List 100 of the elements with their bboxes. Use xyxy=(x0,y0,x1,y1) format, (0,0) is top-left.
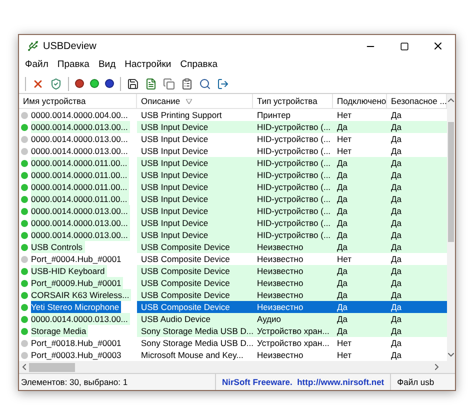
column-header[interactable]: Подключено xyxy=(333,94,387,108)
table-cell: 0000.0014.0000.013.00... xyxy=(31,313,130,325)
table-cell-text: Нет xyxy=(337,133,352,145)
table-cell-text: Да xyxy=(391,301,402,313)
scrollbar-thumb[interactable] xyxy=(448,122,454,242)
table-cell-text: USB Composite Device xyxy=(141,265,231,277)
table-cell-text: USB Input Device xyxy=(141,121,210,133)
table-cell-text: Да xyxy=(337,205,348,217)
table-cell: Port_#0003.Hub_#0003 xyxy=(31,349,124,361)
table-cell-text: Устройство хран... xyxy=(257,337,330,349)
table-cell-text: Нет xyxy=(337,145,352,157)
table-cell-text: Да xyxy=(391,289,402,301)
table-cell-text: Да xyxy=(391,241,402,253)
table-cell: USB Controls xyxy=(31,241,84,253)
scroll-up-icon[interactable] xyxy=(448,98,454,102)
status-file: Файл usb xyxy=(396,376,434,388)
table-cell-text: Да xyxy=(391,277,402,289)
table-cell-text: Да xyxy=(391,349,402,361)
website-link[interactable]: NirSoft Freeware. http://www.nirsoft.net xyxy=(215,374,392,390)
table-cell: 0000.0014.0000.013.00... xyxy=(31,205,130,217)
table-cell-text: Да xyxy=(391,253,402,265)
table-cell-text: Да xyxy=(391,157,402,169)
table-cell: 0000.0014.0000.011.00... xyxy=(31,193,130,205)
table-cell: 0000.0014.0000.013.00... xyxy=(31,133,130,145)
table-cell: 0000.0014.0000.013.00... xyxy=(31,145,130,157)
table-cell-text: Неизвестно xyxy=(257,349,304,361)
table-cell-text: Нет xyxy=(337,109,352,121)
table-cell-text: Да xyxy=(337,241,348,253)
column-header[interactable]: Имя устройства xyxy=(19,94,137,108)
table-cell-text: USB Input Device xyxy=(141,145,210,157)
column-header[interactable]: Тип устройства xyxy=(253,94,333,108)
table-cell-text: Да xyxy=(391,133,402,145)
table-cell: 0000.0014.0000.004.00... xyxy=(31,109,130,121)
filter-icon xyxy=(186,98,192,104)
table-cell-text: USB Audio Device xyxy=(141,313,212,325)
table-cell-text: USB Input Device xyxy=(141,181,210,193)
menu-item[interactable]: Файл xyxy=(25,58,48,73)
table-cell-text: Да xyxy=(337,301,348,313)
table-cell-text: USB Input Device xyxy=(141,217,210,229)
table-cell-text: Неизвестно xyxy=(257,253,304,265)
table-cell-text: HID-устройство (... xyxy=(257,145,332,157)
table-cell: CORSAIR K63 Wireless... xyxy=(31,289,132,301)
table-cell: Port_#0009.Hub_#0001 xyxy=(31,277,124,289)
table-cell-text: Да xyxy=(391,265,402,277)
table-cell-text: USB Composite Device xyxy=(141,253,231,265)
close-icon xyxy=(432,40,444,52)
properties-icon[interactable] xyxy=(181,78,193,90)
table-cell-text: Да xyxy=(391,337,402,349)
table-cell-text: Sony Storage Media USB D... xyxy=(141,337,254,349)
table-cell-text: Да xyxy=(337,217,348,229)
table-cell-text: HID-устройство (... xyxy=(257,169,332,181)
delete-icon[interactable] xyxy=(32,78,44,90)
table-cell-text: HID-устройство (... xyxy=(257,229,332,241)
table-cell-text: Да xyxy=(337,325,348,337)
column-header[interactable]: Описание xyxy=(137,94,253,108)
table-cell-text: Да xyxy=(337,181,348,193)
table-cell-text: Принтер xyxy=(257,109,292,121)
table-cell-text: Да xyxy=(391,145,402,157)
table-cell: 0000.0014.0000.011.00... xyxy=(31,181,130,193)
table-cell: 0000.0014.0000.011.00... xyxy=(31,169,130,181)
search-icon[interactable] xyxy=(199,78,211,90)
status-count: Элементов: 30, выбрано: 1 xyxy=(20,376,129,388)
table-cell-text: USB Input Device xyxy=(141,133,210,145)
table-cell-text: Да xyxy=(337,289,348,301)
scroll-left-icon[interactable] xyxy=(22,364,26,370)
menu-item[interactable]: Вид xyxy=(98,58,116,73)
table-cell-text: Да xyxy=(337,193,348,205)
menu-item[interactable]: Правка xyxy=(57,58,90,73)
horizontal-scrollbar[interactable] xyxy=(19,361,455,373)
table-cell-text: Неизвестно xyxy=(257,277,304,289)
table-cell-text: Да xyxy=(391,313,402,325)
menu-item[interactable]: Справка xyxy=(180,58,218,73)
table-cell-text: HID-устройство (... xyxy=(257,205,332,217)
copy-icon[interactable] xyxy=(163,78,175,90)
table-cell-text: Неизвестно xyxy=(257,241,304,253)
table-cell-text: Да xyxy=(391,109,402,121)
table-cell: Storage Media xyxy=(31,325,88,337)
table-cell: Yeti Stereo Microphone xyxy=(31,301,122,313)
table-cell-text: HID-устройство (... xyxy=(257,121,332,133)
table-cell-text: Да xyxy=(337,121,348,133)
table-cell-text: Аудио xyxy=(257,313,282,325)
table-cell: 0000.0014.0000.011.00... xyxy=(31,157,130,169)
document-icon[interactable] xyxy=(145,78,157,90)
table-cell-text: HID-устройство (... xyxy=(257,193,332,205)
exit-icon[interactable] xyxy=(217,78,229,90)
table-cell-text: Sony Storage Media USB D... xyxy=(141,325,254,337)
table-cell-text: Нет xyxy=(337,253,352,265)
table-cell-text: Да xyxy=(391,181,402,193)
vertical-scrollbar[interactable] xyxy=(447,94,455,361)
table-cell-text: USB Input Device xyxy=(141,205,210,217)
table-cell: 0000.0014.0000.013.00... xyxy=(31,121,130,133)
menu-item[interactable]: Настройки xyxy=(124,58,172,73)
shield-icon[interactable] xyxy=(50,78,62,90)
save-icon[interactable] xyxy=(127,78,139,90)
scrollbar-thumb[interactable] xyxy=(29,362,75,372)
scroll-down-icon[interactable] xyxy=(448,353,454,357)
scroll-right-icon[interactable] xyxy=(435,364,439,370)
table-cell-text: HID-устройство (... xyxy=(257,217,332,229)
table-cell-text: Да xyxy=(337,277,348,289)
table-cell-text: Да xyxy=(391,193,402,205)
